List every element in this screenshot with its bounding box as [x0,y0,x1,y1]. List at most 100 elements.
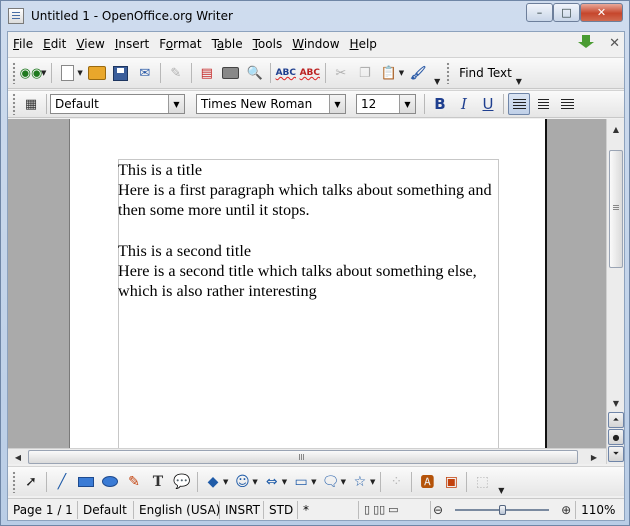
text-icon[interactable]: T [147,471,169,493]
spellcheck-icon[interactable]: ABC [275,62,297,84]
email-icon[interactable]: ✉ [134,62,156,84]
block-arrows-dropdown-icon[interactable]: ▼ [282,478,287,486]
menu-format[interactable]: Format [154,32,206,56]
basic-shapes-dropdown-icon[interactable]: ▼ [223,478,228,486]
menu-file[interactable]: File [8,32,38,56]
navigation-icon[interactable]: ● [608,429,624,445]
single-page-view-icon[interactable]: ▯ [364,503,370,516]
new-document-icon[interactable] [56,62,78,84]
edit-file-icon[interactable]: ✎ [165,62,187,84]
align-center-button[interactable] [532,93,554,115]
autospellcheck-icon[interactable]: ABC [299,62,321,84]
menu-table[interactable]: Table [207,32,248,56]
save-icon[interactable] [110,62,132,84]
line-icon[interactable]: ╱ [51,471,73,493]
basic-shapes-icon[interactable]: ◆ [202,471,224,493]
document-paragraph[interactable]: This is a second title [118,241,498,261]
document-paragraph[interactable]: This is a title [118,160,498,180]
find-text-label[interactable]: Find Text [459,66,512,80]
status-zoom[interactable]: 110% [575,500,615,519]
scroll-down-icon[interactable]: ▼ [608,395,624,411]
scroll-left-icon[interactable]: ◀ [10,449,26,465]
paragraph-style-select[interactable]: Default ▼ [50,94,185,114]
toolbar-grip[interactable] [12,62,16,84]
menu-edit[interactable]: Edit [38,32,71,56]
symbol-shapes-dropdown-icon[interactable]: ▼ [252,478,257,486]
chevron-down-icon[interactable]: ▼ [168,95,184,113]
scroll-up-icon[interactable]: ▲ [608,121,624,137]
drawing-toolbar-overflow-icon[interactable]: ▼ [496,469,506,495]
maximize-button[interactable]: □ [553,3,580,22]
toolbar-grip[interactable] [12,93,16,115]
ellipse-icon[interactable] [99,471,121,493]
block-arrows-icon[interactable]: ⇔ [261,471,283,493]
open-folder-icon[interactable] [86,62,108,84]
chevron-down-icon[interactable]: ▼ [399,95,415,113]
book-view-icon[interactable]: ▭ [388,503,398,516]
align-left-button[interactable] [508,93,530,115]
document-paragraph[interactable] [118,221,498,241]
italic-button[interactable]: I [453,93,475,115]
menu-help[interactable]: Help [345,32,382,56]
from-file-icon[interactable]: ▣ [440,471,462,493]
copy-icon[interactable]: ❐ [354,62,376,84]
writer-app-icon[interactable] [8,8,24,24]
update-download-icon[interactable] [577,35,595,51]
vertical-scrollbar[interactable]: ▲ ▼ ⏶ ● ⏷ [606,119,624,464]
align-right-button[interactable] [556,93,578,115]
chevron-down-icon[interactable]: ▼ [329,95,345,113]
status-page-style[interactable]: Default [78,500,134,519]
binoculars-icon[interactable]: ◉◉ [20,62,43,84]
menu-insert[interactable]: Insert [110,32,154,56]
menu-view[interactable]: View [71,32,109,56]
zoom-slider[interactable] [447,501,557,519]
document-paragraph[interactable]: Here is a second title which talks about… [118,261,498,301]
menu-tools[interactable]: Tools [248,32,288,56]
print-icon[interactable] [220,62,242,84]
bold-button[interactable]: B [429,93,451,115]
cut-icon[interactable]: ✂ [330,62,352,84]
document-paragraph[interactable]: Here is a first paragraph which talks ab… [118,180,498,220]
fontwork-icon[interactable]: 🅰 [416,471,438,493]
export-pdf-icon[interactable]: ▤ [196,62,218,84]
document-body[interactable]: This is a title Here is a first paragrap… [118,160,498,301]
previous-page-icon[interactable]: ⏶ [608,412,624,428]
select-arrow-icon[interactable]: ➚ [20,471,42,493]
multi-page-view-icon[interactable]: ▯▯ [373,503,385,516]
horizontal-scroll-thumb[interactable] [28,450,578,464]
menu-window[interactable]: Window [287,32,344,56]
symbol-shapes-icon[interactable]: ☺ [231,471,253,493]
toolbar-overflow-icon[interactable]: ▼ [432,60,442,86]
callouts-dropdown-icon[interactable]: ▼ [341,478,346,486]
status-language[interactable]: English (USA) [134,500,220,519]
minimize-button[interactable]: – [526,3,553,22]
extrusion-icon[interactable]: ⬚ [471,471,493,493]
status-insert-mode[interactable]: INSRT [220,500,264,519]
close-document-icon[interactable]: ✕ [609,36,620,51]
find-toolbar-overflow-icon[interactable]: ▼ [514,60,524,86]
callout-icon[interactable]: 💬 [171,471,193,493]
callouts-icon[interactable]: 🗨 [320,471,342,493]
toolbar-grip[interactable] [12,470,16,493]
title-bar[interactable]: Untitled 1 - OpenOffice.org Writer – □ ✕ [1,1,629,31]
freeform-icon[interactable]: ✎ [123,471,145,493]
close-button[interactable]: ✕ [580,3,623,22]
flowchart-icon[interactable]: ▭ [290,471,312,493]
font-size-select[interactable]: 12 ▼ [356,94,416,114]
print-preview-icon[interactable]: 🔍 [244,62,266,84]
horizontal-scrollbar[interactable]: ◀ ▶ [8,448,606,464]
styles-formatting-icon[interactable]: ▦ [20,93,42,115]
underline-button[interactable]: U [477,93,499,115]
zoom-slider-handle[interactable] [499,504,506,515]
paste-icon[interactable]: 📋 [378,62,400,84]
scroll-right-icon[interactable]: ▶ [586,449,602,465]
rectangle-icon[interactable] [75,471,97,493]
zoom-in-icon[interactable]: ⊕ [561,503,571,517]
points-icon[interactable]: ⁘ [385,471,407,493]
toolbar-grip[interactable] [446,62,451,84]
status-selection-mode[interactable]: STD [264,500,298,519]
font-name-select[interactable]: Times New Roman ▼ [196,94,346,114]
stars-dropdown-icon[interactable]: ▼ [370,478,375,486]
vertical-scroll-thumb[interactable] [609,150,623,268]
status-page[interactable]: Page 1 / 1 [8,500,78,519]
